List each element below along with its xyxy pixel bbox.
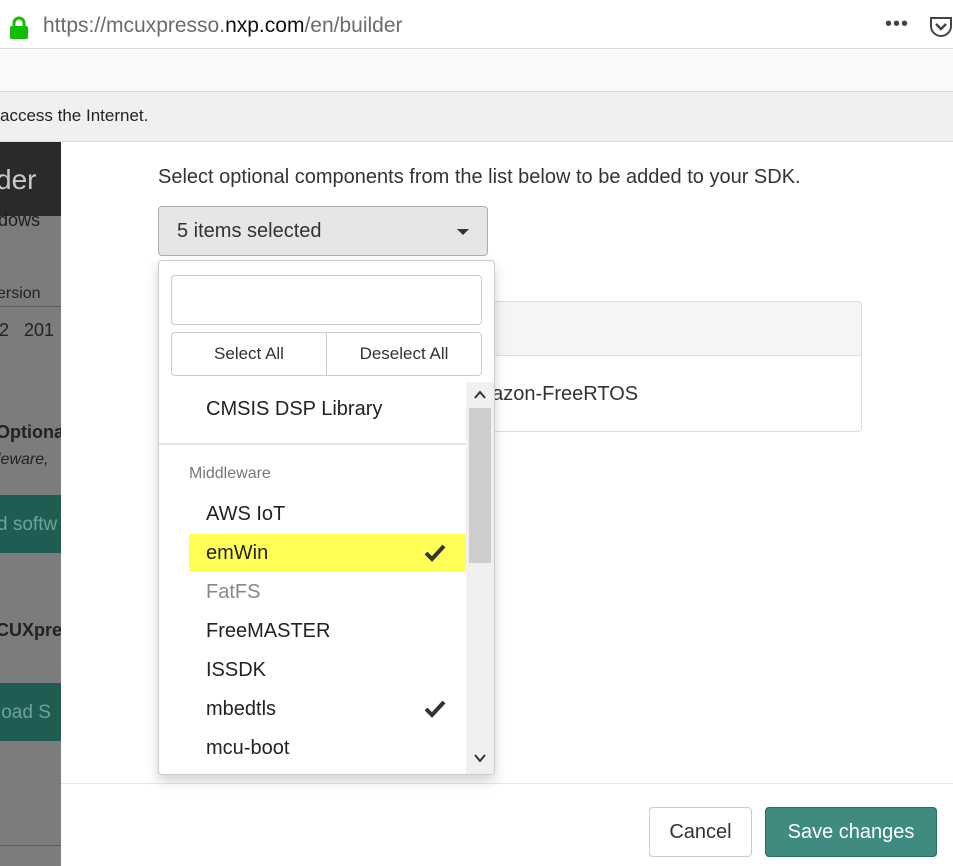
background-subtitle: dows xyxy=(0,210,41,230)
url-domain: nxp.com xyxy=(225,14,305,37)
list-item[interactable]: FatFS xyxy=(189,573,466,611)
list-item[interactable]: mbedtls xyxy=(189,690,466,728)
modal-intro-text: Select optional components from the list… xyxy=(158,166,801,188)
dropdown-label: 5 items selected xyxy=(177,220,322,242)
option-label: mcu-boot xyxy=(206,737,290,759)
caret-down-icon xyxy=(457,229,469,235)
options-list: CMSIS DSP Library Middleware AWS IoT emWi… xyxy=(159,382,466,774)
list-item[interactable]: emWin xyxy=(189,534,466,572)
background-version-values: 2 201 xyxy=(0,320,55,340)
deselect-all-button[interactable]: Deselect All xyxy=(327,333,481,375)
background-optional-heading: Optiona xyxy=(0,422,62,442)
option-label: mbedtls xyxy=(206,698,277,720)
background-button-2-label: load S xyxy=(0,702,51,723)
url-text[interactable]: https://mcuxpresso.nxp.com/en/builder xyxy=(43,14,403,38)
option-label: FatFS xyxy=(206,581,261,603)
filter-search-input[interactable] xyxy=(171,275,482,325)
checkmark-icon xyxy=(424,544,446,562)
lock-icon xyxy=(10,16,28,39)
more-actions-icon[interactable]: ••• xyxy=(885,13,909,36)
list-item[interactable]: mcu-boot xyxy=(189,729,466,767)
scroll-down-arrow-icon[interactable] xyxy=(474,752,486,764)
background-divider-2 xyxy=(0,845,62,846)
browser-url-bar: https://mcuxpresso.nxp.com/en/builder ••… xyxy=(0,0,953,49)
background-divider xyxy=(0,306,62,307)
url-path: /en/builder xyxy=(304,14,403,37)
option-cmsis-dsp-library[interactable]: CMSIS DSP Library xyxy=(189,390,466,428)
option-label: AWS IoT xyxy=(206,503,286,525)
background-title: der xyxy=(0,164,37,195)
select-all-button[interactable]: Select All xyxy=(172,333,327,375)
pocket-icon[interactable] xyxy=(929,14,953,38)
group-divider xyxy=(159,443,466,445)
notice-text: access the Internet. xyxy=(0,106,149,125)
components-dropdown-toggle[interactable]: 5 items selected xyxy=(158,206,488,256)
option-label: emWin xyxy=(206,542,269,564)
option-label: FreeMASTER xyxy=(206,620,331,642)
menu-scrollbar[interactable] xyxy=(466,382,494,774)
list-item[interactable]: FreeMASTER xyxy=(189,612,466,650)
modal-footer-divider xyxy=(61,783,953,784)
background-version-label: ersion xyxy=(0,285,41,302)
background-heading-2: CUXpre xyxy=(0,620,62,640)
components-dropdown-menu: Select All Deselect All CMSIS DSP Librar… xyxy=(158,260,495,775)
list-item[interactable]: ISSDK xyxy=(189,651,466,689)
notice-bar: access the Internet. xyxy=(0,92,953,142)
background-button-1-label: d softw xyxy=(0,514,58,535)
background-optional-sub: leware, xyxy=(0,451,49,468)
checkmark-icon xyxy=(424,700,446,718)
scrollbar-thumb[interactable] xyxy=(469,408,491,563)
background-page: der dows ersion 2 201 Optiona leware, d … xyxy=(0,142,62,866)
option-label: ISSDK xyxy=(206,659,267,681)
save-changes-button[interactable]: Save changes xyxy=(765,807,937,857)
list-item[interactable]: AWS IoT xyxy=(189,495,466,533)
browser-toolbar xyxy=(0,50,953,92)
select-buttons-group: Select All Deselect All xyxy=(171,332,482,376)
cancel-button[interactable]: Cancel xyxy=(649,807,752,857)
url-prefix: https://mcuxpresso. xyxy=(43,14,226,37)
optgroup-header: Middleware xyxy=(189,465,271,482)
modal-dialog: Select optional components from the list… xyxy=(61,142,953,866)
scroll-up-arrow-icon[interactable] xyxy=(474,389,486,401)
